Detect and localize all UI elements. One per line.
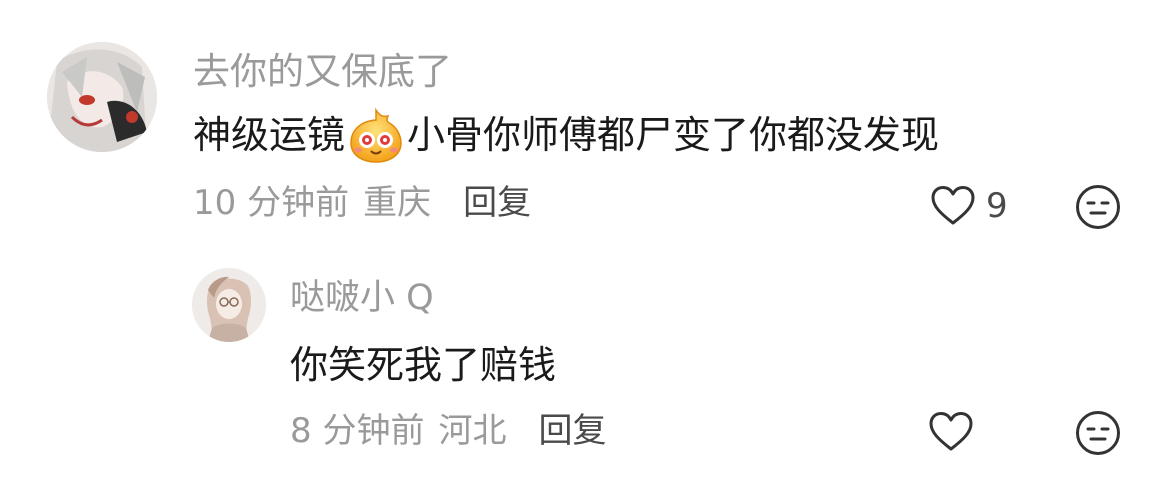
avatar[interactable] <box>47 42 157 152</box>
avatar[interactable] <box>192 268 266 342</box>
comment-text-part: 小骨你师傅都尸变了你都没发现 <box>407 113 940 157</box>
comment-location: 河北 <box>438 411 507 451</box>
like-count: 9 <box>986 186 1008 226</box>
heart-outline-icon <box>931 186 975 225</box>
comment-time: 10 分钟前 <box>193 183 350 223</box>
dislike-button[interactable] <box>1075 410 1121 460</box>
avatar-image <box>192 268 266 342</box>
expressionless-face-icon <box>1076 185 1120 229</box>
comment-list: 去你的又保底了 神级运镜 小骨你师傅都尸变了你都没发现 10 分钟前 重庆 回复… <box>0 0 1170 497</box>
reply-button[interactable]: 回复 <box>463 186 531 220</box>
reply-button[interactable]: 回复 <box>538 414 606 448</box>
comment-text: 你笑死我了赔钱 <box>290 343 557 387</box>
username[interactable]: 哒啵小 Q <box>290 281 434 316</box>
dislike-button[interactable] <box>1075 184 1121 234</box>
like-button[interactable]: 9 <box>930 185 1008 227</box>
comment-meta: 10 分钟前 重庆 回复 <box>193 186 531 220</box>
heart-outline-icon <box>929 412 973 451</box>
comment-text-part: 神级运镜 <box>193 113 346 157</box>
comment-time: 8 分钟前 <box>290 411 425 451</box>
like-button[interactable] <box>928 411 974 453</box>
avatar-image <box>47 42 157 152</box>
comment-meta: 8 分钟前 河北 回复 <box>290 414 606 448</box>
comment-text: 神级运镜 小骨你师傅都尸变了你都没发现 <box>193 106 939 164</box>
excited-face-emoji-icon <box>347 106 405 164</box>
username[interactable]: 去你的又保底了 <box>193 53 452 90</box>
comment-location: 重庆 <box>363 183 432 223</box>
expressionless-face-icon <box>1076 411 1120 455</box>
